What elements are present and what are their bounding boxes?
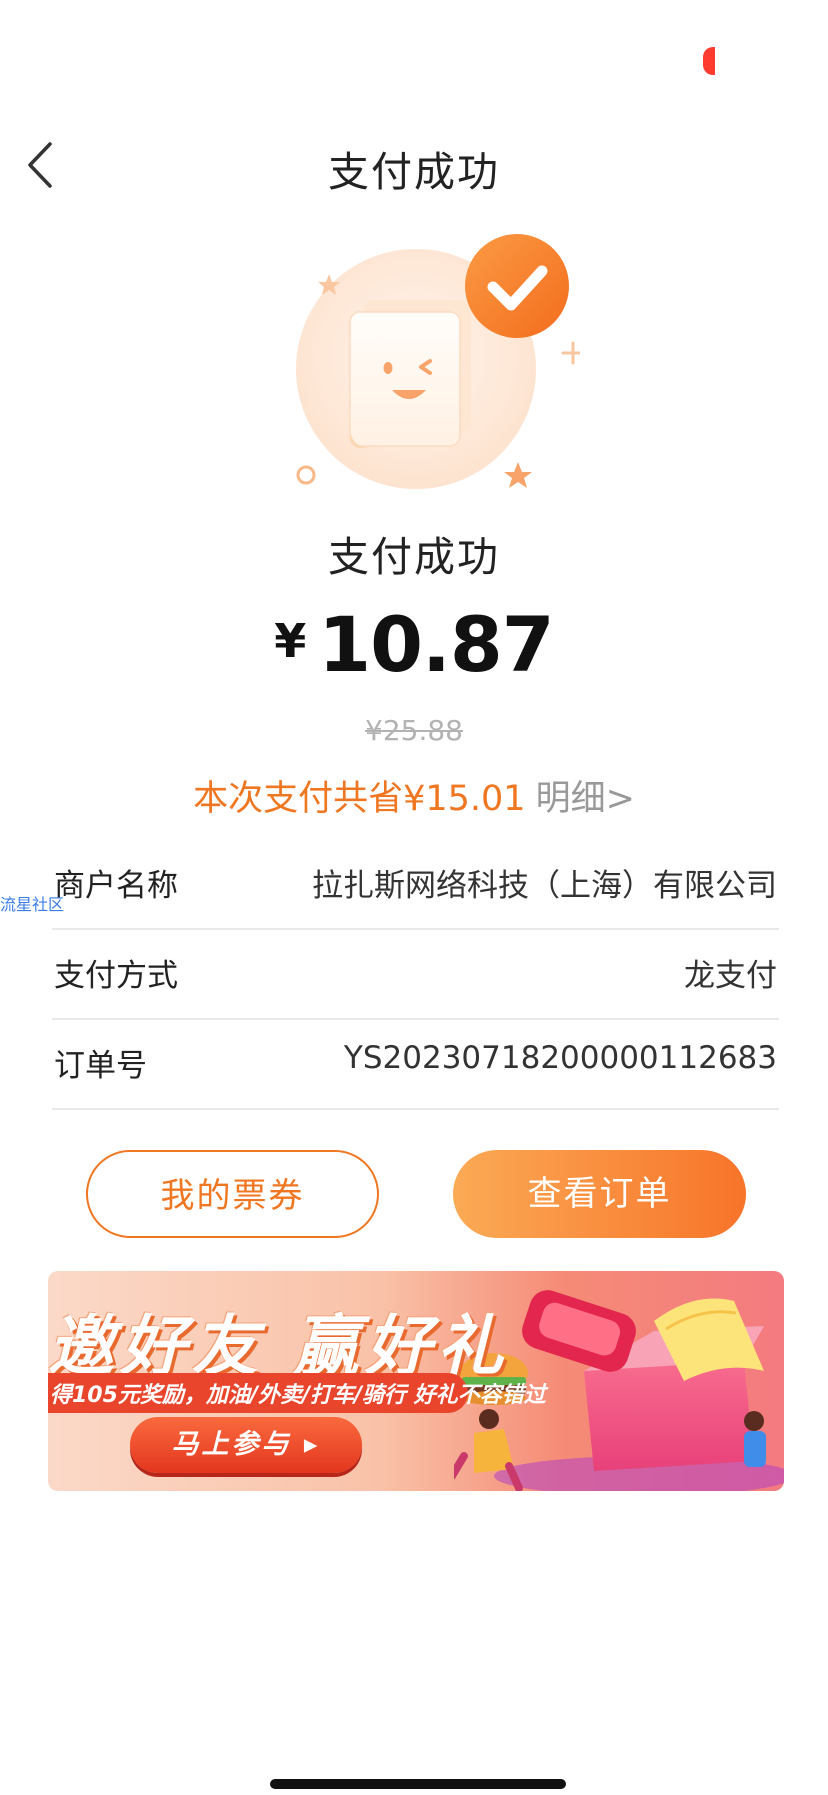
order-number-value: YS20230718200000112683 xyxy=(343,1040,777,1076)
payment-method-row: 支付方式 龙支付 xyxy=(52,928,779,1020)
savings-text: 本次支付共省¥15.01 xyxy=(193,779,526,819)
savings-detail-link[interactable]: 明细> xyxy=(536,779,635,819)
savings-line: 本次支付共省¥15.01 明细> xyxy=(0,770,828,821)
promo-banner[interactable]: 邀好友 赢好礼 得105元奖励，加油/外卖/打车/骑行 好礼不容错过 马上参与 … xyxy=(48,1271,784,1491)
battery-icon xyxy=(703,47,715,75)
banner-subtitle: 得105元奖励，加油/外卖/打车/骑行 好礼不容错过 xyxy=(50,1383,546,1408)
order-number-row: 订单号 YS20230718200000112683 xyxy=(52,1018,779,1110)
payment-method-value: 龙支付 xyxy=(684,958,777,994)
order-number-label: 订单号 xyxy=(54,1048,147,1084)
original-price: ¥25.88 xyxy=(365,714,463,747)
payment-success-illustration xyxy=(296,234,580,489)
view-order-button[interactable]: 查看订单 xyxy=(453,1150,746,1238)
merchant-value: 拉扎斯网络科技（上海）有限公司 xyxy=(312,868,777,904)
banner-join-button[interactable]: 马上参与 ▸ xyxy=(130,1417,362,1473)
paid-amount: ¥10.87 xyxy=(0,600,828,689)
merchant-label: 商户名称 xyxy=(54,868,178,904)
merchant-row: 商户名称 拉扎斯网络科技（上海）有限公司 xyxy=(52,838,779,930)
home-indicator xyxy=(270,1779,566,1789)
amount-value: 10.87 xyxy=(318,600,554,689)
currency-symbol: ¥ xyxy=(274,614,307,668)
payment-status-text: 支付成功 xyxy=(328,533,500,581)
watermark-text: 流星社区 xyxy=(0,895,65,914)
page-title: 支付成功 xyxy=(328,148,500,196)
status-bar xyxy=(0,0,828,110)
my-tickets-button[interactable]: 我的票券 xyxy=(86,1150,379,1238)
payment-method-label: 支付方式 xyxy=(54,958,178,994)
